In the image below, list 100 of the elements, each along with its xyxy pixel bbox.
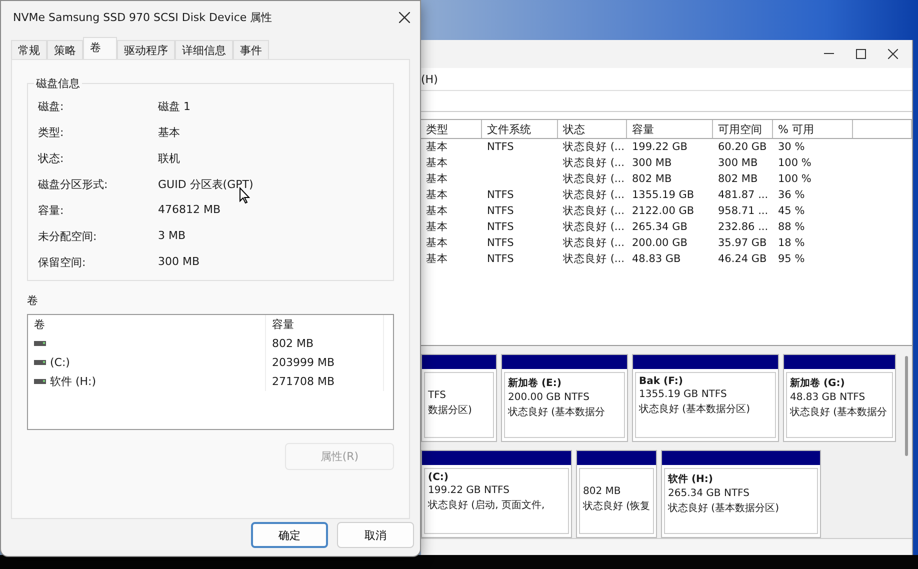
partition-status: 状态良好 (基本数据分区) <box>639 402 750 416</box>
menu-item[interactable]: (H) <box>421 72 438 86</box>
drive-icon <box>34 379 46 384</box>
column-header[interactable]: 卷 <box>28 315 266 334</box>
table-cell-text: 45 % <box>777 204 806 219</box>
column-header[interactable]: 可用空间 <box>713 120 773 138</box>
volume-item[interactable]: (C:) <box>28 353 266 372</box>
tab[interactable]: 详细信息 <box>175 40 233 59</box>
table-cell-text: NTFS <box>486 140 515 155</box>
partition-status: 数据分区) <box>428 404 472 417</box>
tab[interactable]: 常规 <box>11 40 47 59</box>
table-cell-text: 100 % <box>777 156 812 171</box>
table-cell-text: 36 % <box>777 188 806 203</box>
partition-block[interactable]: 新加卷 (E:) 200.00 GB NTFS 状态良好 (基本数据分 <box>501 354 628 442</box>
partition-size: 199.22 GB NTFS <box>428 485 510 496</box>
tab[interactable]: 事件 <box>233 40 269 59</box>
table-cell-text: 300 MB <box>717 156 759 171</box>
field-label: 类型: <box>38 125 65 140</box>
table-cell-text: 300 MB <box>631 156 673 171</box>
volume-item[interactable]: 软件 (H:) <box>28 372 266 391</box>
volume-name: 软件 (H:) <box>50 374 96 389</box>
tab[interactable]: 卷 <box>83 37 117 59</box>
partition-size: TFS <box>428 390 446 401</box>
field-value: 476812 MB <box>158 203 222 218</box>
minimize-icon[interactable] <box>824 53 834 55</box>
drive-icon <box>34 360 46 365</box>
partition-block[interactable]: 新加卷 (G:) 48.83 GB NTFS 状态良好 (基本数据分 <box>783 354 896 442</box>
dialog-button[interactable]: 确定 <box>251 522 328 548</box>
field-value: 基本 <box>158 125 181 140</box>
table-cell-text: NTFS <box>486 220 515 235</box>
table-cell-text: 基本 <box>425 252 449 267</box>
field-label: 状态: <box>38 151 65 166</box>
table-cell-text: 状态良好 (... <box>562 204 626 219</box>
table-cell-text: 基本 <box>425 204 449 219</box>
partition-status: 状态良好 (基本数据分区) <box>668 502 779 515</box>
partition-block[interactable]: (C:) 199.22 GB NTFS 状态良好 (启动, 页面文件, <box>421 450 572 538</box>
table-cell-text: 状态良好 (... <box>562 252 626 267</box>
partition-name: (C:) <box>428 472 448 483</box>
table-cell-text: 状态良好 (... <box>562 188 626 203</box>
table-cell-text: 基本 <box>425 188 449 203</box>
window-title: NVMe Samsung SSD 970 SCSI Disk Device 属性 <box>13 10 272 24</box>
table-cell-text: 30 % <box>777 140 806 155</box>
table-cell-text: 802 MB <box>631 172 673 187</box>
partition-size: 1355.19 GB NTFS <box>639 389 727 400</box>
table-cell-text: 35.97 GB <box>717 236 768 251</box>
table-cell-text: NTFS <box>486 236 515 251</box>
partition-name: Bak (F:) <box>639 376 683 387</box>
tab[interactable]: 策略 <box>47 40 83 59</box>
table-cell-text: NTFS <box>486 188 515 203</box>
table-cell-text: 88 % <box>777 220 806 235</box>
table-cell-text: 100 % <box>777 172 812 187</box>
column-header[interactable]: 状态 <box>558 120 627 138</box>
table-cell-text: 基本 <box>425 236 449 251</box>
tab[interactable]: 驱动程序 <box>117 40 175 59</box>
field-value: 联机 <box>158 151 181 166</box>
partition-size: 200.00 GB NTFS <box>508 392 590 403</box>
table-cell-text: 46.24 GB <box>717 252 768 267</box>
table-cell-text: 60.20 GB <box>717 140 768 155</box>
table-cell-text: 基本 <box>425 156 449 171</box>
section-title: 卷 <box>27 293 39 308</box>
table-cell-text: 18 % <box>777 236 806 251</box>
partition-size: 265.34 GB NTFS <box>668 488 750 499</box>
group-title: 磁盘信息 <box>35 76 81 91</box>
table-cell-text: 2122.00 GB <box>631 204 696 219</box>
partition-block[interactable]: 软件 (H:) 265.34 GB NTFS 状态良好 (基本数据分区) <box>661 450 821 538</box>
field-value: 3 MB <box>158 229 187 244</box>
field-label: 磁盘分区形式: <box>38 177 109 192</box>
table-cell-text: 802 MB <box>717 172 759 187</box>
partition-size: 48.83 GB NTFS <box>790 392 866 403</box>
column-header[interactable]: 容量 <box>627 120 713 138</box>
table-cell-text: 265.34 GB <box>631 220 688 235</box>
table-cell-text: 状态良好 (... <box>562 140 626 155</box>
partition-block[interactable]: 802 MB 状态良好 (恢复 <box>576 450 657 538</box>
table-cell-text: 48.83 GB <box>631 252 682 267</box>
field-label: 容量: <box>38 203 65 218</box>
dialog-button[interactable]: 取消 <box>337 522 414 548</box>
maximize-icon[interactable] <box>856 49 866 59</box>
table-cell-text: 状态良好 (... <box>562 172 626 187</box>
table-cell-text: 200.00 GB <box>631 236 688 251</box>
partition-block[interactable]: TFS 数据分区) <box>421 354 497 442</box>
partition-block[interactable]: Bak (F:) 1355.19 GB NTFS 状态良好 (基本数据分区) <box>632 354 779 442</box>
field-value: GUID 分区表(GPT) <box>158 177 254 192</box>
field-value: 300 MB <box>158 255 201 270</box>
table-cell-text: 1355.19 GB <box>631 188 696 203</box>
partition-name: 软件 (H:) <box>668 472 713 486</box>
close-icon[interactable] <box>888 49 898 59</box>
volume-name: (C:) <box>50 356 70 369</box>
table-cell-text: 95 % <box>777 252 806 267</box>
partition-status: 状态良好 (恢复 <box>583 500 650 513</box>
column-header[interactable]: % 可用 <box>773 120 853 138</box>
column-header[interactable]: 文件系统 <box>482 120 558 138</box>
close-icon[interactable] <box>399 12 410 22</box>
table-cell-text: 状态良好 (... <box>562 236 626 251</box>
table-cell: 271708 MB <box>266 372 384 391</box>
field-label: 磁盘: <box>38 99 65 114</box>
column-header[interactable]: 容量 <box>266 315 384 334</box>
partition-status: 状态良好 (基本数据分 <box>790 406 888 419</box>
table-cell-text: 基本 <box>425 172 449 187</box>
table-cell-text: NTFS <box>486 204 515 219</box>
drive-icon <box>34 341 46 346</box>
